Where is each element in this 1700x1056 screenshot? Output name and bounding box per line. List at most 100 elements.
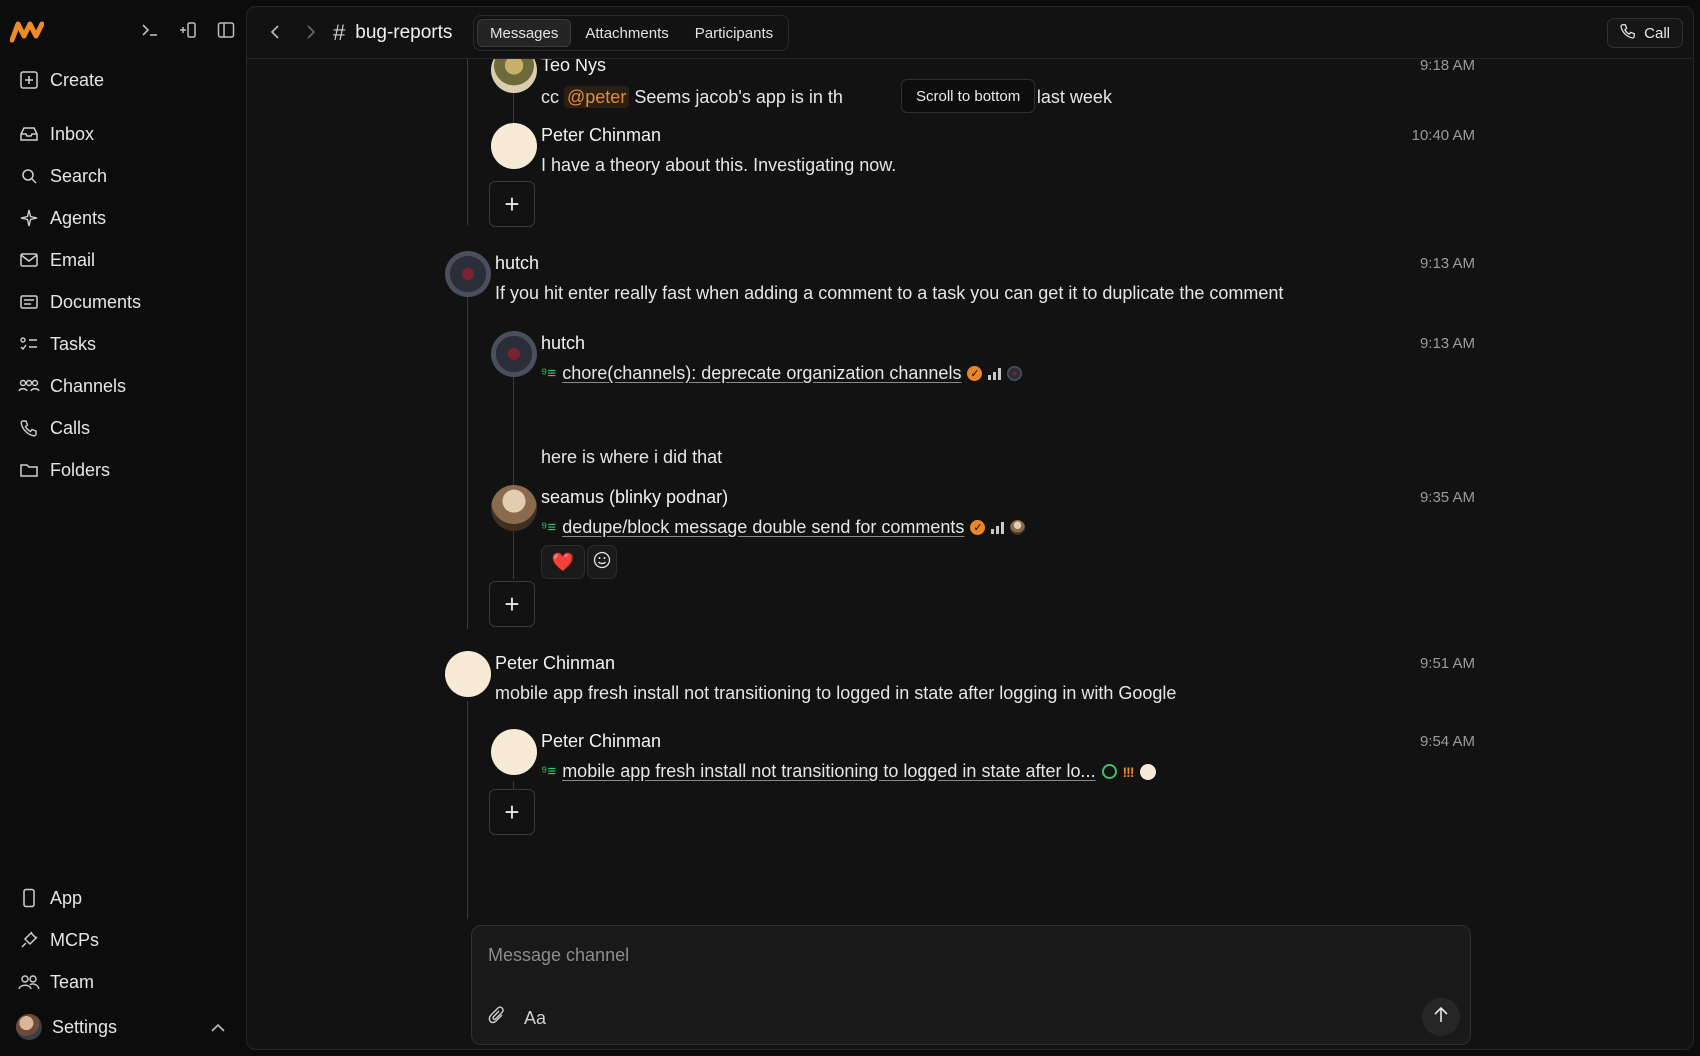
channels-icon bbox=[18, 375, 40, 397]
create-label: Create bbox=[50, 69, 105, 90]
channel-header: # bug-reports Messages Attachments Parti… bbox=[247, 7, 1693, 59]
task-title[interactable]: chore(channels): deprecate organization … bbox=[562, 363, 961, 384]
sidebar-item-team[interactable]: Team bbox=[8, 964, 236, 1000]
tab-attachments[interactable]: Attachments bbox=[573, 19, 680, 47]
thread-line bbox=[513, 369, 514, 579]
create-button[interactable]: Create bbox=[8, 62, 236, 98]
sidebar-item-label: Calls bbox=[50, 417, 91, 438]
sidebar-item-inbox[interactable]: Inbox bbox=[8, 116, 236, 152]
sidebar-item-label: MCPs bbox=[50, 929, 99, 950]
sidebar-item-channels[interactable]: Channels bbox=[8, 368, 236, 404]
reply-button[interactable]: + bbox=[489, 181, 535, 227]
sidebar-item-search[interactable]: Search bbox=[8, 158, 236, 194]
task-title[interactable]: dedupe/block message double send for com… bbox=[562, 517, 964, 538]
thread-line bbox=[467, 59, 468, 225]
avatar[interactable] bbox=[491, 729, 537, 775]
inbox-icon bbox=[18, 123, 40, 145]
sidebar-item-calls[interactable]: Calls bbox=[8, 410, 236, 446]
message-feed[interactable]: Teo Nys 9:18 AM cc @peter Seems jacob's … bbox=[247, 59, 1693, 919]
terminal-icon[interactable] bbox=[138, 18, 162, 42]
sparkle-icon bbox=[18, 207, 40, 229]
forward-arrow-icon[interactable] bbox=[301, 21, 321, 43]
call-button[interactable]: Call bbox=[1607, 18, 1683, 48]
urgent-priority-icon: !!! bbox=[1122, 763, 1135, 780]
chevron-up-icon[interactable] bbox=[210, 1018, 226, 1039]
thread-line bbox=[467, 701, 468, 919]
sidebar-toggle-icon[interactable] bbox=[214, 18, 238, 42]
priority-bars-icon bbox=[988, 367, 1002, 380]
channel-title: # bug-reports bbox=[333, 20, 452, 46]
add-panel-icon[interactable] bbox=[176, 18, 200, 42]
message-author[interactable]: Peter Chinman bbox=[541, 731, 661, 752]
sidebar-item-label: Tasks bbox=[50, 333, 97, 354]
avatar[interactable] bbox=[445, 251, 491, 297]
sidebar-item-email[interactable]: Email bbox=[8, 242, 236, 278]
message-time: 10:40 AM bbox=[1411, 127, 1475, 144]
back-arrow-icon[interactable] bbox=[265, 21, 285, 43]
avatar[interactable] bbox=[491, 59, 537, 93]
task-title[interactable]: mobile app fresh install not transitioni… bbox=[562, 761, 1095, 782]
sidebar-item-label: Inbox bbox=[50, 123, 95, 144]
sidebar-item-label: App bbox=[50, 887, 83, 908]
reply-button[interactable]: + bbox=[489, 789, 535, 835]
composer-tools: Aa bbox=[488, 1006, 546, 1031]
avatar[interactable] bbox=[445, 651, 491, 697]
task-link: ⁹≡ mobile app fresh install not transiti… bbox=[541, 761, 1156, 782]
message-author[interactable]: Peter Chinman bbox=[541, 125, 661, 146]
avatar[interactable] bbox=[491, 331, 537, 377]
send-button[interactable] bbox=[1422, 998, 1460, 1036]
assignee-avatar[interactable] bbox=[1139, 763, 1156, 780]
avatar[interactable] bbox=[491, 123, 537, 169]
task-link: ⁹≡ chore(channels): deprecate organizati… bbox=[541, 363, 1023, 384]
assignee-avatar[interactable] bbox=[1007, 366, 1023, 381]
phone-device-icon bbox=[18, 887, 40, 909]
message-composer: Aa bbox=[471, 925, 1471, 1045]
tab-participants[interactable]: Participants bbox=[683, 19, 785, 47]
folder-icon bbox=[18, 459, 40, 481]
search-icon bbox=[18, 165, 40, 187]
message-author[interactable]: hutch bbox=[495, 253, 539, 274]
thread-line bbox=[467, 285, 468, 629]
tasks-icon bbox=[18, 333, 40, 355]
sidebar-item-app[interactable]: App bbox=[8, 880, 236, 916]
message-author[interactable]: hutch bbox=[541, 333, 585, 354]
logo-icon[interactable] bbox=[9, 18, 45, 44]
scroll-to-bottom-tooltip[interactable]: Scroll to bottom bbox=[901, 79, 1036, 113]
sidebar-item-mcps[interactable]: MCPs bbox=[8, 922, 236, 958]
avatar[interactable] bbox=[491, 485, 537, 531]
sidebar-item-documents[interactable]: Documents bbox=[8, 284, 236, 320]
message-author[interactable]: Teo Nys bbox=[541, 59, 606, 76]
arrow-up-icon bbox=[1433, 1006, 1449, 1029]
sidebar-item-tasks[interactable]: Tasks bbox=[8, 326, 236, 362]
reaction-heart[interactable]: ❤️ bbox=[541, 545, 585, 579]
message-time: 9:54 AM bbox=[1419, 733, 1475, 750]
check-badge-icon: ✓ bbox=[970, 520, 986, 535]
mail-icon bbox=[18, 249, 40, 271]
message-text-prefix: cc bbox=[541, 87, 565, 107]
sidebar-item-folders[interactable]: Folders bbox=[8, 452, 236, 488]
add-reaction-button[interactable] bbox=[587, 545, 617, 579]
document-icon bbox=[18, 291, 40, 313]
sidebar-item-agents[interactable]: Agents bbox=[8, 200, 236, 236]
phone-icon bbox=[18, 417, 40, 439]
format-text-button[interactable]: Aa bbox=[524, 1008, 546, 1029]
sidebar-top-tools bbox=[138, 18, 238, 42]
message-author[interactable]: seamus (blinky podnar) bbox=[541, 487, 728, 508]
message-text-part: Seems jacob's app is in th bbox=[629, 87, 843, 107]
settings-button[interactable]: Settings bbox=[8, 1010, 236, 1044]
team-icon bbox=[18, 971, 40, 993]
plug-icon bbox=[18, 929, 40, 951]
paperclip-icon[interactable] bbox=[488, 1006, 506, 1031]
mention-tag[interactable]: @peter bbox=[564, 86, 630, 108]
message-input[interactable] bbox=[488, 940, 1388, 970]
avatar bbox=[16, 1014, 42, 1040]
tab-messages[interactable]: Messages bbox=[477, 19, 572, 47]
history-nav bbox=[265, 21, 321, 43]
phone-icon bbox=[1620, 23, 1636, 43]
message-time: 9:35 AM bbox=[1419, 489, 1475, 506]
smiley-icon bbox=[593, 551, 611, 574]
reply-button[interactable]: + bbox=[489, 581, 535, 627]
status-circle-icon bbox=[1101, 764, 1117, 779]
assignee-avatar[interactable] bbox=[1010, 520, 1026, 535]
message-author[interactable]: Peter Chinman bbox=[495, 653, 615, 674]
